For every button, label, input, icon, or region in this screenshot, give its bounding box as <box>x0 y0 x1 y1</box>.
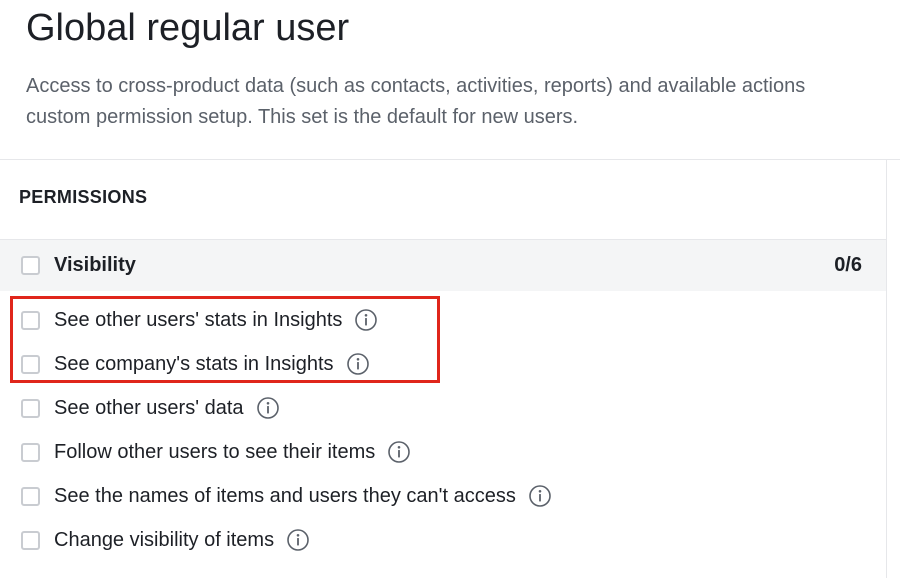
permission-checkbox[interactable] <box>21 310 40 330</box>
permission-item: See other users' data <box>0 386 886 430</box>
permission-label: See the names of items and users they ca… <box>54 484 516 507</box>
group-selected-count: 0/6 <box>834 254 862 276</box>
permission-label: See company's stats in Insights <box>54 352 334 375</box>
info-circle-icon[interactable] <box>256 396 280 420</box>
permission-item: See the names of items and users they ca… <box>0 474 886 518</box>
section-divider <box>0 159 900 160</box>
permissions-heading: PERMISSIONS <box>19 187 148 207</box>
info-circle-icon[interactable] <box>346 352 370 376</box>
page-title: Global regular user <box>26 7 350 49</box>
info-circle-icon[interactable] <box>354 308 378 332</box>
permission-label: Change visibility of items <box>54 528 275 551</box>
permission-item: Change visibility of items <box>0 518 886 562</box>
permission-list: See other users' stats in Insights See c… <box>0 298 886 562</box>
permission-checkbox[interactable] <box>21 530 40 550</box>
permission-checkbox[interactable] <box>21 354 40 374</box>
info-circle-icon[interactable] <box>387 440 411 464</box>
description-line-1: Access to cross-product data (such as co… <box>26 75 806 97</box>
group-label: Visibility <box>54 254 136 276</box>
permission-label: Follow other users to see their items <box>54 440 376 463</box>
page-description: Access to cross-product data (such as co… <box>26 71 900 133</box>
group-checkbox-visibility[interactable] <box>21 256 40 275</box>
permission-checkbox[interactable] <box>21 398 40 418</box>
permission-item: See company's stats in Insights <box>0 342 886 386</box>
description-line-2: custom permission setup. This set is the… <box>26 106 579 128</box>
permission-checkbox[interactable] <box>21 486 40 506</box>
permission-group-visibility: Visibility 0/6 <box>0 240 886 291</box>
panel-border <box>886 160 887 578</box>
permission-label: See other users' stats in Insights <box>54 308 343 331</box>
permission-item: See other users' stats in Insights <box>0 298 886 342</box>
info-circle-icon[interactable] <box>286 528 310 552</box>
permission-label: See other users' data <box>54 396 244 419</box>
permission-item: Follow other users to see their items <box>0 430 886 474</box>
permission-checkbox[interactable] <box>21 442 40 462</box>
info-circle-icon[interactable] <box>528 484 552 508</box>
